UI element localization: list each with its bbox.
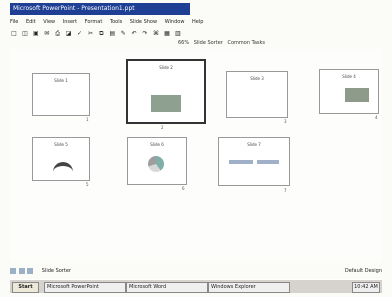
bar-shape: [229, 160, 253, 164]
status-icon: [10, 267, 16, 274]
start-button[interactable]: Start: [12, 282, 39, 293]
slide-thumbnail-7[interactable]: Slide 7: [218, 137, 290, 186]
copy-icon[interactable]: ⧉: [97, 28, 105, 39]
taskbar-button[interactable]: Microsoft Word: [126, 282, 208, 293]
window-title: Microsoft PowerPoint - Presentation1.ppt: [10, 3, 190, 15]
menu-edit[interactable]: Edit: [26, 19, 36, 25]
slide-sorter-label[interactable]: Slide Sorter: [194, 38, 223, 48]
redo-icon[interactable]: ↷: [141, 28, 149, 39]
slide-title: Slide 7: [247, 142, 261, 147]
slide-title: Slide 4: [342, 74, 356, 79]
taskbar-button[interactable]: Windows Explorer: [208, 282, 290, 293]
slide-number: 3: [284, 119, 287, 124]
slide-title: Slide 3: [250, 76, 264, 81]
hyperlink-icon[interactable]: ⌘: [152, 28, 160, 39]
menu-insert[interactable]: Insert: [63, 19, 77, 25]
slide-title: Slide 2: [159, 65, 173, 70]
arc-shape: [53, 162, 73, 176]
save-icon[interactable]: ▣: [32, 28, 40, 39]
menu-bar: File Edit View Insert Format Tools Slide…: [10, 17, 382, 27]
status-icon: [18, 267, 25, 274]
email-icon[interactable]: ✉: [43, 28, 51, 39]
slide-thumbnail-2[interactable]: Slide 2: [126, 59, 206, 124]
spell-icon[interactable]: ✓: [76, 28, 84, 39]
slide-number: 7: [284, 188, 287, 193]
slide-title: Slide 1: [54, 78, 68, 83]
menu-slideshow[interactable]: Slide Show: [130, 19, 157, 25]
undo-icon[interactable]: ↶: [130, 28, 138, 39]
taskbar-button[interactable]: Microsoft PowerPoint: [44, 282, 126, 293]
format-painter-icon[interactable]: ✎: [119, 28, 127, 39]
menu-tools[interactable]: Tools: [110, 19, 122, 25]
slide-sorter-area: Slide 1 1 Slide 2 2 Slide 3 3 Slide 4 4 …: [10, 49, 382, 261]
slide-number: 6: [182, 186, 185, 191]
menu-help[interactable]: Help: [192, 19, 203, 25]
slide-number: 4: [375, 115, 378, 120]
cut-icon[interactable]: ✂: [86, 28, 94, 39]
slide-thumbnail-6[interactable]: Slide 6: [127, 137, 187, 185]
status-bar: Slide Sorter Default Design: [10, 266, 382, 276]
slide-number: 1: [86, 117, 89, 122]
common-tasks-label[interactable]: Common Tasks: [228, 38, 266, 48]
paste-icon[interactable]: ▤: [108, 28, 116, 39]
status-icon: [27, 267, 34, 274]
slide-title: Slide 5: [54, 142, 68, 147]
slide-thumbnail-1[interactable]: Slide 1: [32, 73, 90, 116]
zoom-box[interactable]: 66%: [178, 38, 189, 48]
status-right: Default Design: [344, 268, 382, 274]
open-icon[interactable]: ◫: [21, 28, 29, 39]
bar-shape: [257, 160, 279, 164]
preview-icon[interactable]: ◪: [65, 28, 73, 39]
menu-window[interactable]: Window: [165, 19, 185, 25]
tables-icon[interactable]: ▦: [163, 28, 171, 39]
image-placeholder: [345, 88, 369, 102]
image-placeholder: [151, 95, 181, 112]
menu-file[interactable]: File: [10, 19, 18, 25]
slide-number: 2: [161, 125, 164, 130]
taskbar: Start Microsoft PowerPoint Microsoft Wor…: [10, 279, 382, 293]
pie-chart: [148, 156, 164, 172]
slide-thumbnail-3[interactable]: Slide 3: [226, 71, 288, 118]
status-left: Slide Sorter: [41, 268, 71, 274]
slide-thumbnail-4[interactable]: Slide 4: [319, 69, 379, 114]
taskbar-clock: 10:42 AM: [352, 282, 380, 293]
slide-number: 5: [86, 182, 89, 187]
menu-format[interactable]: Format: [85, 19, 103, 25]
menu-view[interactable]: View: [43, 19, 55, 25]
print-icon[interactable]: ⎙: [54, 28, 62, 39]
slide-thumbnail-5[interactable]: Slide 5: [32, 137, 90, 181]
new-icon[interactable]: □: [10, 28, 18, 39]
slide-title: Slide 6: [150, 142, 164, 147]
view-toolbar: 66% Slide Sorter Common Tasks: [178, 38, 378, 48]
